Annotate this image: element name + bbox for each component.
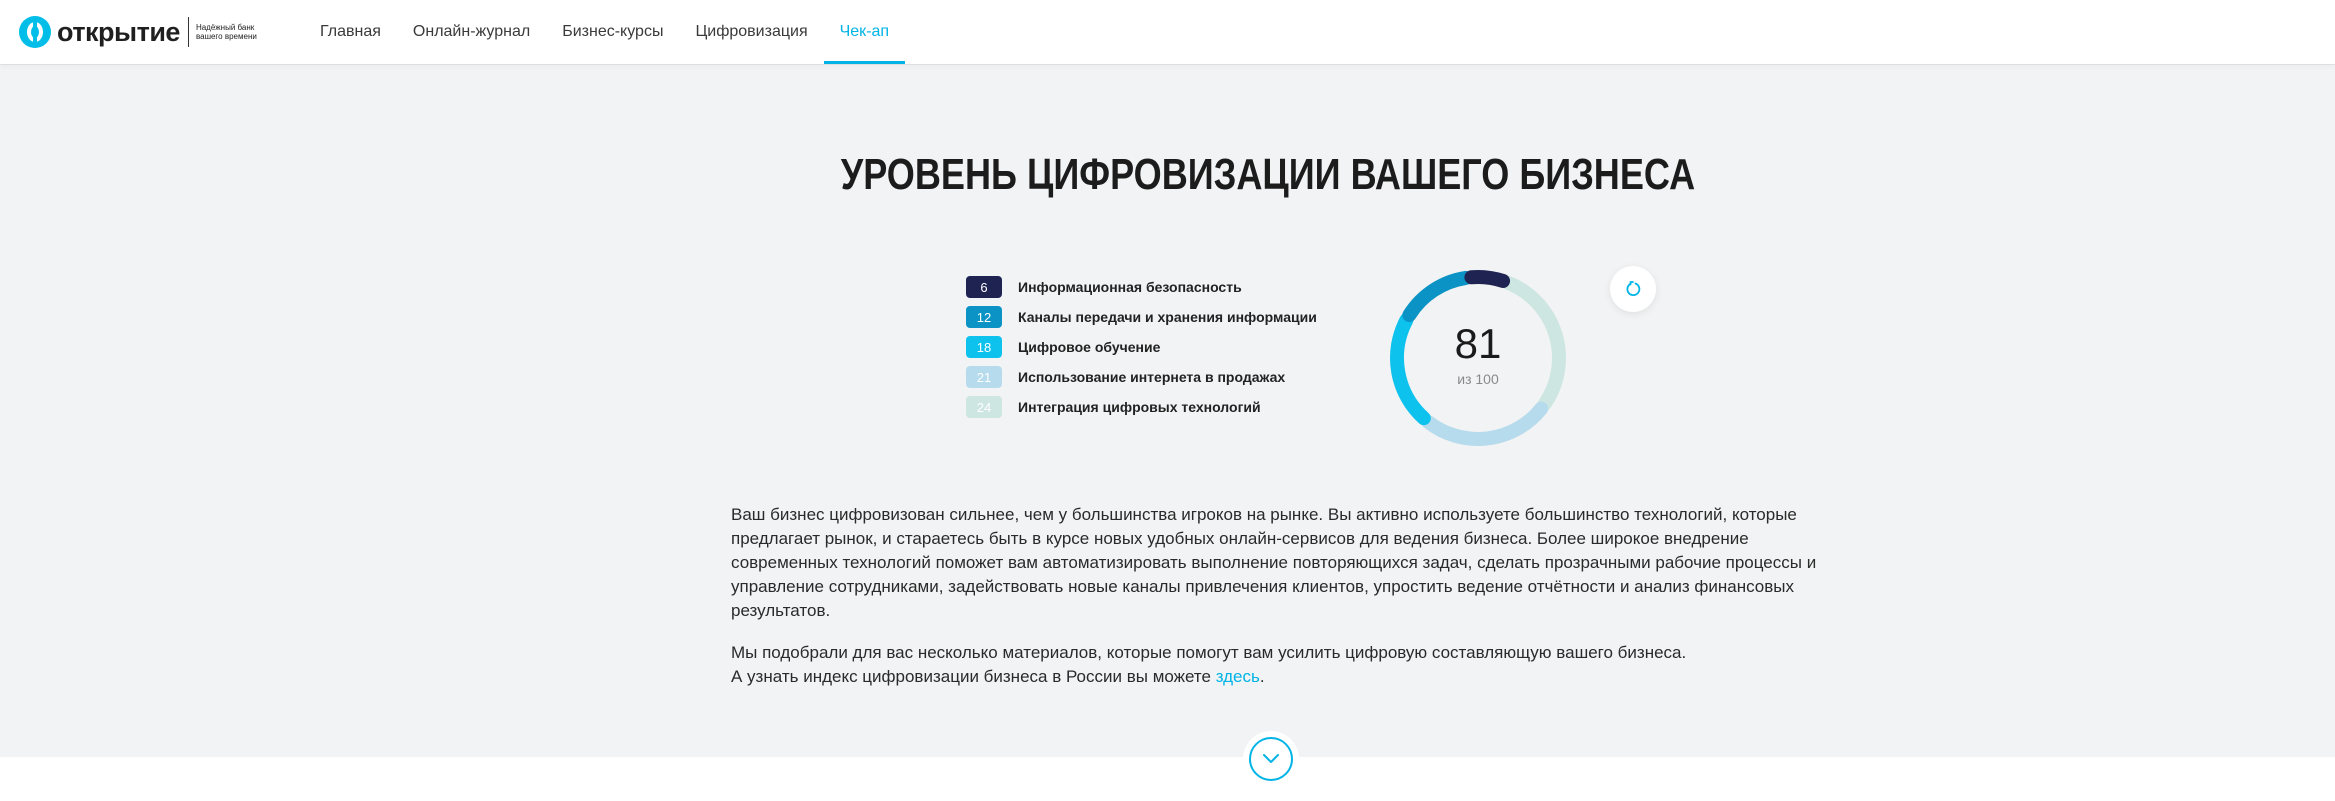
logo-text: открытие — [57, 16, 180, 47]
index-link[interactable]: здесь — [1216, 667, 1260, 686]
result-paragraph: Ваш бизнес цифровизован сильнее, чем у б… — [731, 505, 1817, 620]
materials-paragraph: Мы подобрали для вас несколько материало… — [731, 641, 1831, 689]
main-nav: Главная Онлайн-журнал Бизнес-курсы Цифро… — [304, 0, 906, 64]
legend-value-badge: 24 — [966, 396, 1002, 418]
legend-label: Каналы передачи и хранения информации — [1018, 309, 1317, 325]
score-max-label: из 100 — [1457, 371, 1499, 387]
site-header: открытие Надёжный банк вашего времени Гл… — [0, 0, 2335, 64]
nav-item-online-journal[interactable]: Онлайн-журнал — [397, 0, 546, 64]
legend-item: 21 Использование интернета в продажах — [966, 362, 1317, 392]
chevron-down-icon — [1263, 754, 1279, 763]
score-value: 81 — [1454, 320, 1502, 367]
result-description: Ваш бизнес цифровизован сильнее, чем у б… — [731, 503, 1831, 707]
bottom-section — [0, 757, 2335, 801]
donut-segment — [1402, 270, 1473, 323]
legend-item: 12 Каналы передачи и хранения информации — [966, 302, 1317, 332]
donut-chart: 81 из 100 — [1383, 263, 1573, 453]
materials-text: Мы подобрали для вас несколько материало… — [731, 643, 1687, 662]
legend-value-badge: 6 — [966, 276, 1002, 298]
legend-item: 18 Цифровое обучение — [966, 332, 1317, 362]
chart-legend: 6 Информационная безопасность 12 Каналы … — [966, 272, 1317, 422]
scroll-down-button[interactable] — [1245, 733, 1297, 785]
legend-label: Интеграция цифровых технологий — [1018, 399, 1261, 415]
nav-item-business-courses[interactable]: Бизнес-курсы — [546, 0, 679, 64]
logo-divider — [187, 17, 189, 47]
refresh-button[interactable] — [1610, 266, 1656, 312]
nav-item-checkup[interactable]: Чек-ап — [823, 0, 906, 64]
legend-label: Использование интернета в продажах — [1018, 369, 1286, 385]
legend-value-badge: 12 — [966, 306, 1002, 328]
nav-item-home[interactable]: Главная — [304, 0, 397, 64]
logo-slogan: Надёжный банк вашего времени — [195, 23, 257, 41]
legend-item: 6 Информационная безопасность — [966, 272, 1317, 302]
logo-icon — [19, 16, 51, 48]
period: . — [1259, 667, 1265, 686]
legend-value-badge: 18 — [966, 336, 1002, 358]
page-title: УРОВЕНЬ ЦИФРОВИЗАЦИИ ВАШЕГО БИЗНЕСА — [840, 150, 1696, 199]
index-text: А узнать индекс цифровизации бизнеса в Р… — [731, 667, 1216, 686]
legend-label: Информационная безопасность — [1018, 279, 1242, 295]
legend-label: Цифровое обучение — [1018, 339, 1161, 355]
donut-segment — [1464, 270, 1511, 288]
legend-item: 24 Интеграция цифровых технологий — [966, 392, 1317, 422]
logo[interactable]: открытие Надёжный банк вашего времени — [19, 14, 266, 50]
legend-value-badge: 21 — [966, 366, 1002, 388]
refresh-icon — [1626, 281, 1641, 296]
donut-segment — [1421, 401, 1549, 446]
nav-item-digitalization[interactable]: Цифровизация — [679, 0, 823, 64]
